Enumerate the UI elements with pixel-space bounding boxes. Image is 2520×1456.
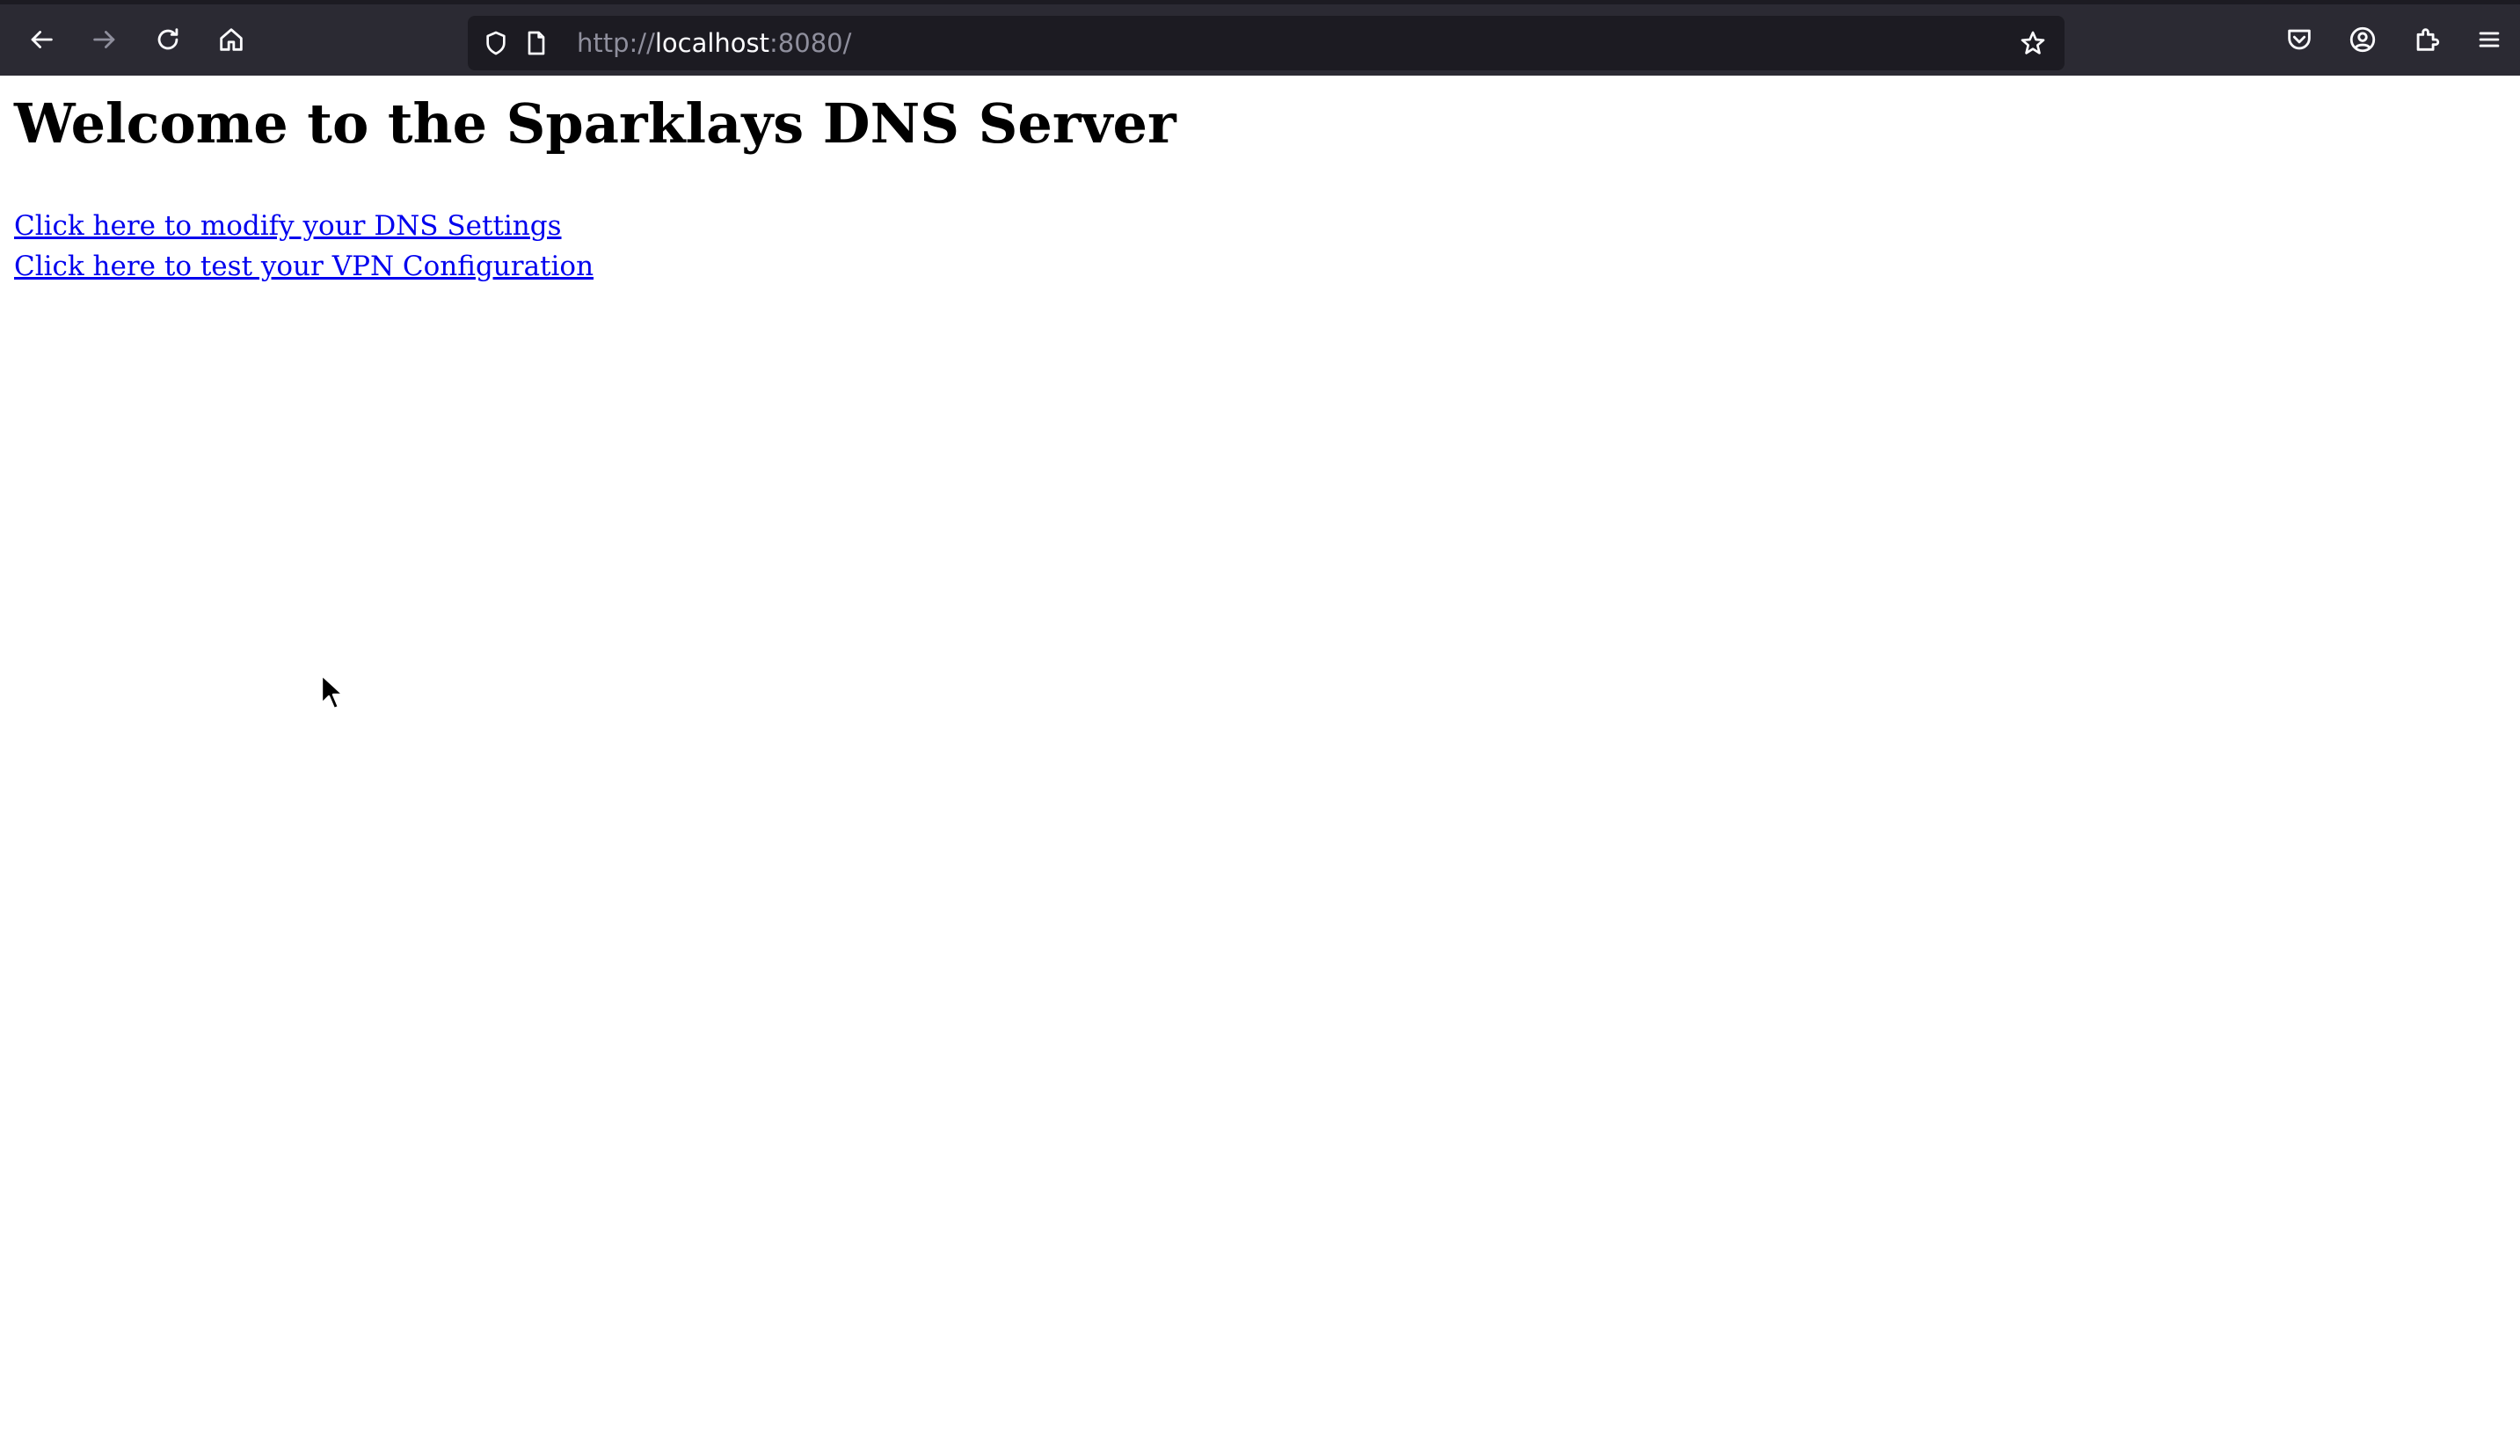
- url-rest: :8080/: [769, 28, 852, 58]
- url-scheme: http://: [577, 28, 655, 58]
- forward-arrow-icon[interactable]: [87, 22, 122, 57]
- hamburger-menu-icon[interactable]: [2472, 22, 2507, 57]
- page-content: Welcome to the Sparklays DNS Server Clic…: [0, 76, 2520, 1456]
- shield-icon[interactable]: [480, 27, 512, 59]
- home-icon[interactable]: [214, 22, 249, 57]
- test-vpn-configuration-link[interactable]: Click here to test your VPN Configuratio…: [14, 246, 594, 287]
- puzzle-icon[interactable]: [2409, 22, 2444, 57]
- reload-icon[interactable]: [150, 22, 186, 57]
- modify-dns-settings-link[interactable]: Click here to modify your DNS Settings: [14, 206, 562, 246]
- url-bar[interactable]: http://localhost:8080/: [468, 16, 2065, 70]
- url-host: localhost: [654, 28, 770, 58]
- star-icon[interactable]: [2017, 27, 2049, 59]
- back-arrow-icon[interactable]: [24, 22, 59, 57]
- account-icon[interactable]: [2345, 22, 2380, 57]
- url-text[interactable]: http://localhost:8080/: [577, 26, 851, 60]
- browser-toolbar: http://localhost:8080/: [0, 0, 2520, 76]
- page-icon[interactable]: [521, 27, 552, 59]
- page-title: Welcome to the Sparklays DNS Server: [14, 91, 1176, 156]
- pocket-icon[interactable]: [2282, 22, 2317, 57]
- mouse-cursor-icon: [320, 673, 345, 710]
